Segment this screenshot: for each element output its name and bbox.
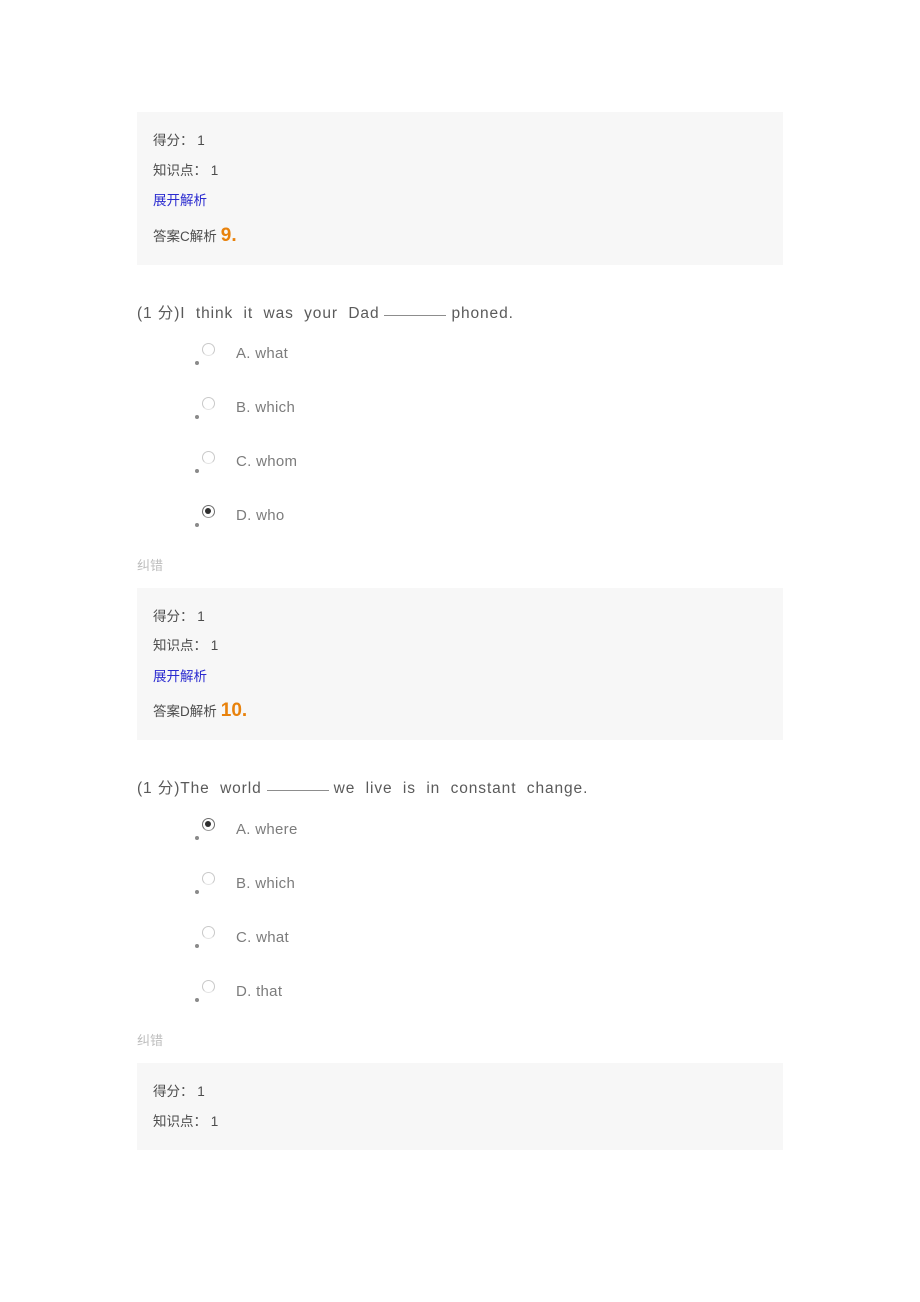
score-value-1: 1 [197, 133, 205, 148]
score-value-3: 1 [197, 1084, 205, 1099]
bullet-icon [195, 414, 199, 419]
option-label-a1: A. what [236, 345, 289, 362]
option-item-d2[interactable]: D. that [137, 964, 837, 1018]
option-item-c2[interactable]: C. what [137, 910, 837, 964]
option-label-d2: D. that [236, 982, 283, 1000]
score-row-2: 得分： 1 [137, 602, 783, 632]
radio-icon-d1[interactable] [202, 504, 215, 518]
answer-row-1: 答案 C 解析 9. [137, 217, 783, 251]
option-item-a1[interactable]: A. what [137, 327, 837, 381]
knowledge-value-3: 1 [210, 1113, 219, 1129]
question-block-1: (1 分)I think it was your Dad phoned. A. w… [137, 265, 837, 543]
score-row-1: 得分： 1 [137, 126, 783, 156]
option-item-c1[interactable]: C. whom [137, 435, 837, 489]
option-list-1: A. what B. which C. whom D. who [137, 327, 837, 543]
answer-prefix-1: 答案 [153, 228, 180, 244]
score-label-2: 得分： [153, 608, 194, 624]
score-label-3: 得分： [153, 1084, 194, 1099]
blank-underline-1 [384, 303, 447, 316]
analysis-prefix-1: 解析 [189, 228, 217, 244]
analysis-number-1: 9. [220, 224, 237, 246]
option-label-a2: A. where [236, 820, 298, 838]
radio-icon-c1[interactable] [202, 450, 215, 464]
question-text-2-after: we live is in constant change. [333, 780, 589, 797]
answer-letter-2: D [180, 704, 190, 719]
score-value-2: 1 [197, 608, 205, 624]
knowledge-row-2: 知识点： 1 [137, 631, 783, 661]
question-text-2: (1 分)The world we live is in constant cha… [137, 740, 837, 802]
option-label-d1: D. who [236, 507, 285, 524]
question-block-2: (1 分)The world we live is in constant cha… [137, 740, 837, 1018]
bullet-icon [195, 360, 199, 365]
knowledge-row-1: 知识点： 1 [137, 156, 783, 186]
quiz-page: 得分： 1 知识点： 1 展开解析 答案 C 解析 9. (1 分)I think… [0, 0, 920, 1150]
knowledge-label-2: 知识点： [153, 638, 207, 653]
score-label-1: 得分： [153, 133, 194, 148]
radio-icon-b2[interactable] [202, 872, 215, 885]
expand-analysis-link-2[interactable]: 展开解析 [137, 661, 207, 693]
answer-prefix-2: 答案 [153, 704, 180, 719]
knowledge-value-2: 1 [210, 638, 219, 653]
result-panel-3: 得分： 1 知识点： 1 [137, 1063, 783, 1150]
option-item-b2[interactable]: B. which [137, 856, 837, 910]
radio-icon-a1[interactable] [202, 342, 215, 356]
knowledge-value-1: 1 [210, 162, 219, 178]
radio-icon-c2[interactable] [202, 926, 215, 939]
question-text-2-before: (1 分)The world [137, 780, 262, 797]
report-error-link-1[interactable]: 纠错 [137, 543, 163, 588]
bullet-icon [195, 944, 199, 948]
option-item-a2[interactable]: A. where [137, 802, 837, 856]
analysis-number-2: 10. [220, 700, 248, 721]
radio-icon-d2[interactable] [202, 980, 215, 993]
question-text-1: (1 分)I think it was your Dad phoned. [137, 265, 837, 327]
bullet-icon [195, 836, 199, 840]
knowledge-label-3: 知识点： [153, 1113, 207, 1129]
option-label-c2: C. what [236, 928, 289, 946]
bullet-icon [195, 468, 199, 473]
score-row-3: 得分： 1 [137, 1077, 783, 1107]
option-label-b1: B. which [236, 399, 296, 416]
answer-letter-1: C [180, 228, 190, 244]
result-panel-1: 得分： 1 知识点： 1 展开解析 答案 C 解析 9. [137, 112, 783, 265]
option-label-c1: C. whom [236, 453, 298, 470]
report-error-link-2[interactable]: 纠错 [137, 1018, 163, 1063]
radio-icon-a2[interactable] [202, 818, 215, 831]
option-item-d1[interactable]: D. who [137, 489, 837, 543]
analysis-prefix-2: 解析 [189, 704, 217, 719]
question-text-1-before: (1 分)I think it was your Dad [137, 304, 380, 322]
blank-underline-2 [266, 778, 329, 791]
result-panel-2: 得分： 1 知识点： 1 展开解析 答案 D 解析 10. [137, 587, 783, 740]
knowledge-label-1: 知识点： [153, 162, 207, 178]
option-label-b2: B. which [236, 874, 296, 892]
bullet-icon [195, 998, 199, 1002]
knowledge-row-3: 知识点： 1 [137, 1107, 783, 1137]
question-text-1-after: phoned. [451, 304, 514, 322]
answer-row-2: 答案 D 解析 10. [137, 692, 783, 726]
option-list-2: A. where B. which C. what D. that [137, 802, 837, 1018]
bullet-icon [195, 890, 199, 894]
expand-analysis-link-1[interactable]: 展开解析 [137, 185, 207, 217]
bullet-icon [195, 522, 199, 527]
option-item-b1[interactable]: B. which [137, 381, 837, 435]
radio-icon-b1[interactable] [202, 396, 215, 410]
